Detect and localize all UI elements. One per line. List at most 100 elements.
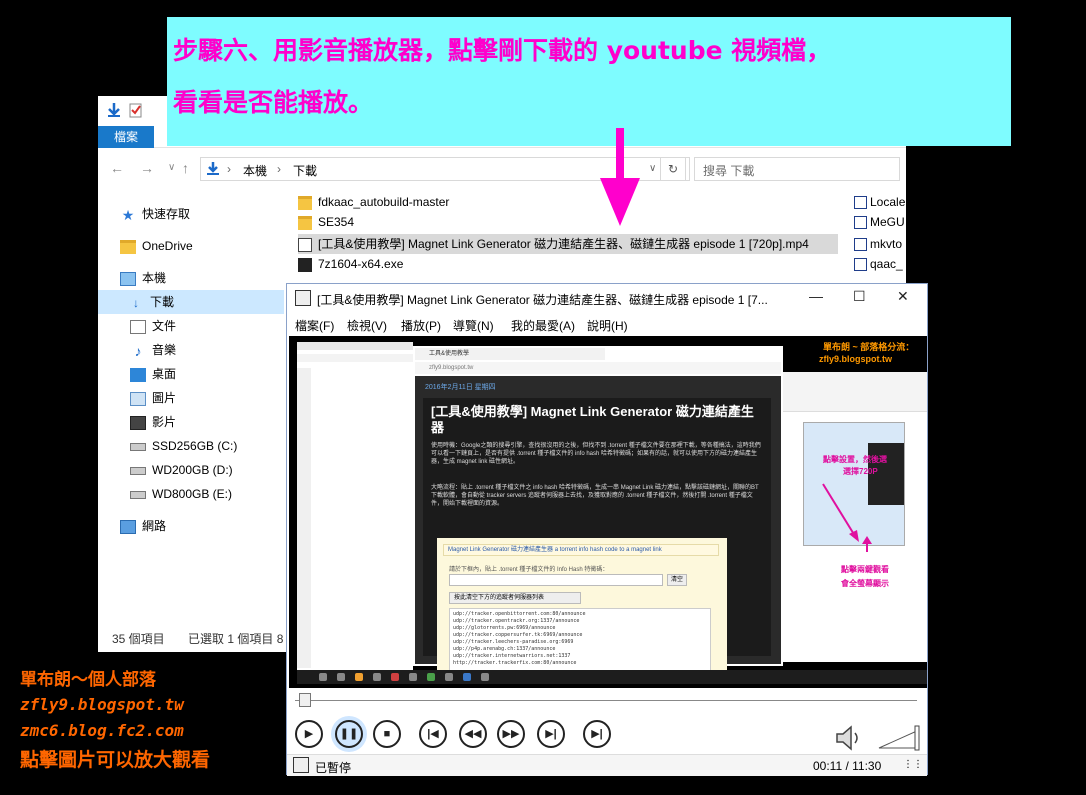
sidebar-label: 快速存取: [142, 207, 191, 221]
paint-toolbar: [783, 372, 927, 412]
refresh-icon[interactable]: ↻: [660, 157, 686, 181]
more-options-icon[interactable]: ⋮⋮: [903, 759, 923, 770]
minimize-icon[interactable]: —: [809, 288, 823, 304]
post-title: [工具&使用教學] Magnet Link Generator 磁力連結產生器: [431, 404, 754, 435]
address-dropdown-icon[interactable]: ∨: [649, 163, 656, 174]
file-row[interactable]: MeGU: [854, 212, 906, 232]
seek-thumb[interactable]: [299, 693, 311, 707]
post-card: [工具&使用教學] Magnet Link Generator 磁力連結產生器 …: [423, 398, 771, 676]
menu-navigate[interactable]: 導覽(N): [453, 317, 494, 334]
file-row[interactable]: 7z1604-x64.exe: [298, 254, 838, 274]
annotation-text: 會全螢幕顯示: [841, 579, 889, 588]
sidebar-item-onedrive[interactable]: OneDrive: [120, 234, 193, 258]
file-row[interactable]: qaac_: [854, 254, 906, 274]
sidebar-item-network[interactable]: 網路: [120, 514, 166, 538]
sidebar-label: 文件: [152, 319, 177, 333]
file-row[interactable]: fdkaac_autobuild-master: [298, 192, 838, 212]
search-box[interactable]: 搜尋 下載: [694, 157, 900, 181]
sidebar-item-documents[interactable]: 文件: [130, 314, 176, 338]
volume-icon[interactable]: [835, 724, 921, 752]
sidebar-item-desktop[interactable]: 桌面: [130, 362, 176, 386]
up-arrow-icon[interactable]: ↑: [182, 160, 189, 176]
trackers-list: udp://tracker.openbittorrent.com:80/anno…: [449, 608, 711, 674]
back-arrow-icon[interactable]: ←: [110, 160, 124, 176]
document-icon: [130, 319, 146, 334]
sidebar-item-pictures[interactable]: 圖片: [130, 386, 176, 410]
download-arrow-icon[interactable]: [106, 102, 122, 118]
file-row[interactable]: SE354: [298, 212, 838, 232]
menu-play[interactable]: 播放(P): [401, 317, 441, 334]
menu-view[interactable]: 檢視(V): [347, 317, 387, 334]
navigation-pane: ★ 快速存取 OneDrive 本機 ↓ 下載 文件 ♪ 音樂 桌面 圖片 影片 SS…: [98, 196, 284, 636]
folder-icon: [298, 195, 312, 210]
generator-title: Magnet Link Generator 磁力連結產生器 a torrent …: [443, 544, 719, 556]
download-folder-icon: [207, 162, 219, 175]
file-name: MeGU: [870, 215, 905, 229]
ribbon-tab-file[interactable]: 檔案: [98, 126, 154, 148]
file-list-right-column: Locale MeGU mkvto qaac_: [854, 192, 906, 282]
close-icon[interactable]: ✕: [897, 288, 909, 305]
menu-favorites[interactable]: 我的最愛(A): [511, 317, 575, 334]
fast-forward-button[interactable]: ▶▶: [497, 720, 525, 748]
menu-bar: 檔案(F) 檢視(V) 播放(P) 導覽(N) 我的最愛(A) 說明(H): [287, 314, 927, 336]
sidebar-item-music[interactable]: ♪ 音樂: [130, 338, 177, 362]
search-placeholder: 搜尋 下載: [703, 164, 755, 178]
sidebar-label: 桌面: [152, 367, 177, 381]
music-icon: ♪: [134, 342, 142, 359]
menu-file[interactable]: 檔案(F): [295, 317, 334, 334]
credit-author: 單布朗～個人部落: [20, 670, 156, 690]
file-icon: [854, 196, 867, 210]
sidebar-label: SSD256GB (C:): [152, 439, 238, 453]
pause-button[interactable]: ❚❚: [335, 720, 363, 748]
video-icon: [130, 415, 146, 430]
breadcrumb-this-pc[interactable]: 本機: [243, 162, 267, 179]
next-button[interactable]: ▶|: [537, 720, 565, 748]
video-credit-line-2: zfly9.blogspot.tw: [819, 354, 892, 364]
selected-count: 已選取 1 個項目 8: [188, 632, 284, 646]
sidebar-item-drive-e[interactable]: WD800GB (E:): [130, 482, 232, 506]
sidebar-item-downloads[interactable]: ↓ 下載: [98, 290, 284, 314]
breadcrumb-downloads[interactable]: 下載: [293, 162, 317, 179]
checkmark-properties-icon[interactable]: [128, 102, 144, 118]
blog-page: 2016年2月11日 星期四 [工具&使用教學] Magnet Link Gen…: [415, 376, 781, 676]
video-taskbar: [297, 670, 927, 684]
menu-help[interactable]: 說明(H): [587, 317, 628, 334]
sidebar-item-drive-c[interactable]: SSD256GB (C:): [130, 434, 237, 458]
forward-arrow-icon[interactable]: →: [140, 160, 154, 176]
item-count: 35 個項目: [112, 632, 165, 646]
download-icon: ↓: [133, 295, 139, 310]
rewind-button[interactable]: ◀◀: [459, 720, 487, 748]
sidebar-item-this-pc[interactable]: 本機: [120, 266, 166, 290]
breadcrumb-separator-icon: ›: [277, 162, 281, 176]
file-row[interactable]: mkvto: [854, 234, 906, 254]
play-button[interactable]: ▶: [295, 720, 323, 748]
annotation-text: 點擊兩鍵觀看: [841, 565, 889, 574]
sidebar-item-drive-d[interactable]: WD200GB (D:): [130, 458, 233, 482]
sidebar-label: 音樂: [152, 343, 177, 357]
app-status-icon: [293, 757, 309, 773]
media-player-window: [工具&使用教學] Magnet Link Generator 磁力連結產生器、…: [286, 283, 928, 776]
post-paragraph: 大略流程：貼上 .torrent 種子檔文件之 info hash 哈希特徵碼，…: [431, 485, 759, 507]
post-paragraph: 使用時機：Google之類的搜尋引擎，查找很沒用的之後，但找不到 .torren…: [431, 443, 761, 465]
playback-controls: ▶ ❚❚ ■ |◀ ◀◀ ▶▶ ▶| ▶|: [287, 712, 927, 754]
frame-step-button[interactable]: ▶|: [583, 720, 611, 748]
previous-button[interactable]: |◀: [419, 720, 447, 748]
file-row-selected[interactable]: [工具&使用教學] Magnet Link Generator 磁力連結產生器、…: [298, 234, 838, 254]
sidebar-item-videos[interactable]: 影片: [130, 410, 176, 434]
maximize-icon[interactable]: ☐: [853, 288, 866, 305]
seek-track[interactable]: [295, 700, 917, 701]
clear-trackers-button: 按此清空下方的追蹤者伺服器列表: [449, 592, 581, 604]
pointer-arrow-icon: [600, 128, 640, 226]
window-title: [工具&使用教學] Magnet Link Generator 磁力連結產生器、…: [317, 293, 768, 307]
seek-bar[interactable]: [287, 688, 927, 712]
sidebar-item-quick-access[interactable]: ★ 快速存取: [120, 202, 190, 226]
video-area[interactable]: 工具&使用教學 zfly9.blogspot.tw 2016年2月11日 星期四…: [289, 336, 927, 688]
desktop-icon: [130, 367, 146, 382]
navigation-bar: ← → ∨ ↑ › 本機 › 下載 ∨ ↻ 搜尋 下載: [98, 152, 906, 184]
sidebar-label: 圖片: [152, 391, 177, 405]
file-row[interactable]: Locale: [854, 192, 906, 212]
playback-time: 00:11 / 11:30: [813, 759, 882, 773]
stop-button[interactable]: ■: [373, 720, 401, 748]
recent-locations-chevron-icon[interactable]: ∨: [168, 162, 175, 173]
sidebar-label: 網路: [142, 519, 167, 533]
